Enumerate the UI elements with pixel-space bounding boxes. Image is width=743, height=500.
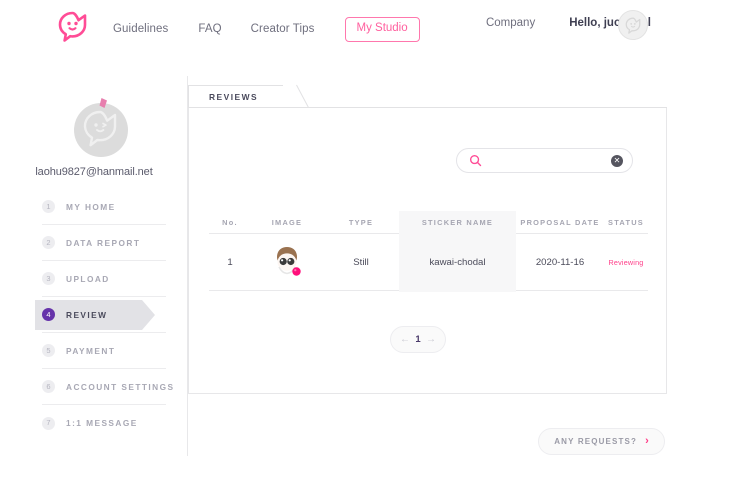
- any-requests-button[interactable]: ANY REQUESTS? ›: [538, 428, 665, 455]
- arrow-right-icon[interactable]: →: [426, 334, 436, 345]
- sidebar-item-label: DATA REPORT: [66, 237, 141, 248]
- profile-sticker-avatar: [70, 96, 132, 158]
- cell-no: 1: [227, 256, 233, 268]
- any-requests-label: ANY REQUESTS?: [554, 437, 638, 446]
- sidebar-item-payment[interactable]: 5 PAYMENT: [42, 333, 166, 369]
- menu-number-badge: 4: [42, 308, 55, 321]
- nav-link-faq[interactable]: FAQ: [198, 23, 221, 35]
- menu-number-badge: 3: [42, 272, 55, 285]
- search-input[interactable]: [487, 149, 612, 172]
- profile-email: laohu9827@hanmail.net: [35, 166, 153, 178]
- sidebar-item-review[interactable]: 4 REVIEW: [35, 297, 166, 333]
- sidebar-item-data-report[interactable]: 2 DATA REPORT: [42, 225, 166, 261]
- nav-link-creator-tips[interactable]: Creator Tips: [251, 23, 315, 35]
- sidebar-item-my-home[interactable]: 1 MY HOME: [42, 189, 166, 225]
- menu-number-badge: 2: [42, 236, 55, 249]
- sidebar-item-upload[interactable]: 3 UPLOAD: [42, 261, 166, 297]
- my-studio-button[interactable]: My Studio: [344, 17, 420, 42]
- table-row[interactable]: 1 Still kawai-chodal 2020-11-16 Reviewin…: [209, 211, 648, 292]
- sidebar-item-label: UPLOAD: [66, 273, 110, 284]
- top-navigation-bar: Guidelines FAQ Creator Tips My Studio Co…: [0, 0, 743, 53]
- arrow-left-icon[interactable]: ←: [400, 334, 410, 345]
- search-icon: [469, 154, 482, 172]
- pagination-page-1[interactable]: 1: [415, 334, 420, 345]
- sidebar-item-account-settings[interactable]: 6 ACCOUNT SETTINGS: [42, 369, 173, 405]
- sidebar-item-one-to-one-message[interactable]: 7 1:1 MESSAGE: [42, 405, 166, 441]
- reviews-table: No. IMAGE TYPE STICKER NAME PROPOSAL DAT…: [209, 211, 648, 292]
- pagination: ← 1 →: [390, 326, 446, 353]
- reviews-panel: ✕ No. IMAGE TYPE STICKER NAME PROPOSAL D…: [188, 108, 667, 394]
- nav-link-company[interactable]: Company: [486, 17, 535, 29]
- search-box[interactable]: ✕: [456, 148, 633, 173]
- main-nav-links: Guidelines FAQ Creator Tips My Studio: [113, 17, 420, 42]
- cell-proposal-date: 2020-11-16: [535, 256, 585, 268]
- sidebar-item-label: 1:1 MESSAGE: [66, 418, 138, 428]
- sticker-thumbnail: [269, 243, 305, 279]
- sidebar: laohu9827@hanmail.net 1 MY HOME 2 DATA R…: [0, 76, 188, 456]
- tab-bar: REVIEWS: [188, 85, 688, 108]
- column-header-proposal-date: PROPOSAL DATE: [520, 218, 600, 227]
- column-header-status: STATUS: [608, 218, 644, 227]
- menu-number-badge: 1: [42, 200, 55, 213]
- sidebar-menu: 1 MY HOME 2 DATA REPORT 3 UPLOAD 4 REVIE…: [35, 189, 173, 441]
- sidebar-item-label: ACCOUNT SETTINGS: [66, 381, 175, 392]
- chevron-right-icon: ›: [645, 435, 649, 447]
- menu-number-badge: 6: [42, 380, 55, 393]
- cell-status: Reviewing: [604, 257, 648, 268]
- brand-logo-icon[interactable]: [55, 9, 91, 45]
- menu-number-badge: 7: [42, 416, 55, 430]
- status-badge: Reviewing: [608, 257, 644, 267]
- sidebar-item-label: REVIEW: [66, 309, 108, 320]
- sidebar-item-label: MY HOME: [66, 201, 116, 212]
- column-header-sticker-name: STICKER NAME: [421, 218, 494, 227]
- cell-sticker-name: kawai-chodal: [429, 256, 486, 268]
- menu-number-badge: 5: [42, 344, 55, 357]
- nav-link-guidelines[interactable]: Guidelines: [113, 23, 168, 35]
- clear-x-glyph: ✕: [613, 156, 621, 165]
- cell-type: Still: [353, 256, 369, 268]
- main-content: REVIEWS ✕ No. IMAGE TYPE STICKER NAME PR…: [188, 85, 688, 394]
- sidebar-item-label: PAYMENT: [66, 345, 116, 356]
- column-header-no: No.: [222, 218, 238, 227]
- tab-reviews-label: REVIEWS: [209, 92, 259, 102]
- column-header-type: TYPE: [348, 218, 374, 227]
- user-avatar-icon[interactable]: [618, 10, 648, 40]
- greeting-prefix: Hello,: [569, 17, 604, 29]
- tab-reviews[interactable]: REVIEWS: [188, 85, 283, 108]
- column-header-image: IMAGE: [271, 218, 303, 227]
- cell-image: [251, 243, 323, 282]
- clear-circle-icon[interactable]: ✕: [611, 155, 623, 167]
